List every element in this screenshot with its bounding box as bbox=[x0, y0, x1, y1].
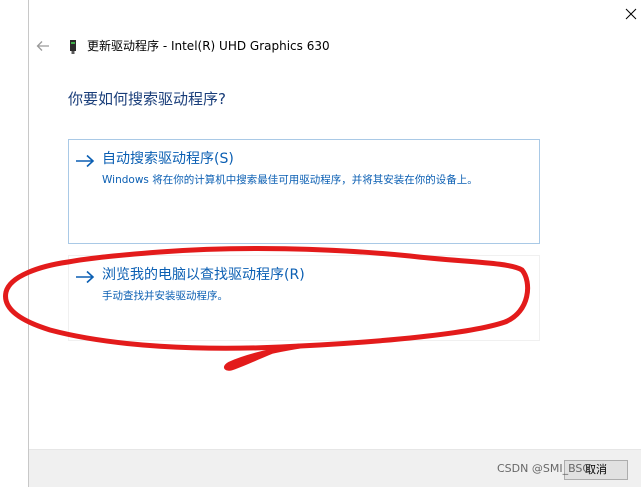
cancel-button[interactable]: 取消 bbox=[564, 460, 628, 480]
option-browse-computer-description: 手动查找并安装驱动程序。 bbox=[102, 290, 228, 302]
page-heading: 你要如何搜索驱动程序? bbox=[68, 90, 226, 108]
update-driver-window: 更新驱动程序 - Intel(R) UHD Graphics 630 你要如何搜… bbox=[0, 0, 641, 487]
window-title: 更新驱动程序 - Intel(R) UHD Graphics 630 bbox=[87, 39, 330, 53]
back-arrow-icon[interactable] bbox=[36, 38, 50, 52]
window-left-edge bbox=[0, 0, 29, 487]
device-icon bbox=[69, 39, 77, 54]
option-browse-computer[interactable]: 浏览我的电脑以查找驱动程序(R) 手动查找并安装驱动程序。 bbox=[68, 255, 540, 341]
dialog-footer bbox=[29, 449, 641, 487]
option-auto-search-description: Windows 将在你的计算机中搜索最佳可用驱动程序，并将其安装在你的设备上。 bbox=[102, 174, 478, 186]
option-auto-search[interactable]: 自动搜索驱动程序(S) Windows 将在你的计算机中搜索最佳可用驱动程序，并… bbox=[68, 139, 540, 244]
arrow-right-icon bbox=[75, 269, 95, 284]
option-auto-search-title: 自动搜索驱动程序(S) bbox=[102, 151, 234, 167]
arrow-right-icon bbox=[75, 153, 95, 168]
close-icon[interactable] bbox=[623, 6, 639, 22]
option-browse-computer-title: 浏览我的电脑以查找驱动程序(R) bbox=[102, 267, 305, 283]
